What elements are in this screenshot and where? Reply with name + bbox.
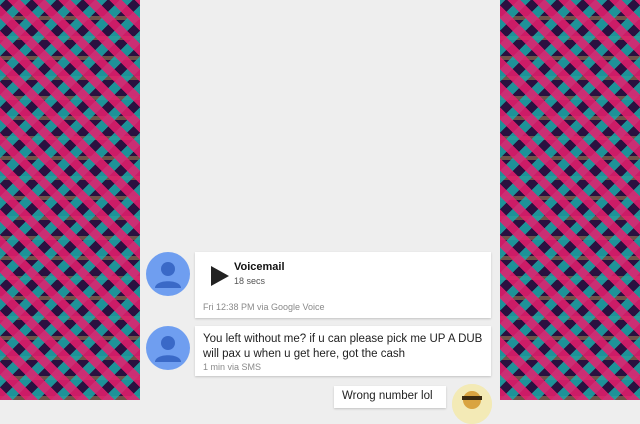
person-icon xyxy=(155,336,181,362)
user-photo-icon xyxy=(452,384,492,424)
contact-avatar[interactable] xyxy=(146,252,190,296)
incoming-message-text: You left without me? if u can please pic… xyxy=(203,333,483,360)
incoming-message-meta: 1 min via SMS xyxy=(203,362,262,372)
play-icon[interactable] xyxy=(207,264,231,288)
user-photo-avatar[interactable] xyxy=(452,384,492,424)
voicemail-meta: Fri 12:38 PM via Google Voice xyxy=(203,302,325,312)
outgoing-message-text: Wrong number lol xyxy=(342,390,433,402)
voicemail-title: Voicemail xyxy=(234,261,285,273)
outgoing-message-card[interactable]: Wrong number lol xyxy=(334,386,446,408)
voicemail-duration: 18 secs xyxy=(234,276,266,286)
contact-avatar[interactable] xyxy=(146,326,190,370)
wallpaper-left xyxy=(0,0,140,400)
incoming-message-card[interactable]: You left without me? if u can please pic… xyxy=(195,326,491,376)
wallpaper-right xyxy=(500,0,640,400)
person-icon xyxy=(155,262,181,288)
voicemail-card[interactable]: Voicemail 18 secs Fri 12:38 PM via Googl… xyxy=(195,252,491,318)
